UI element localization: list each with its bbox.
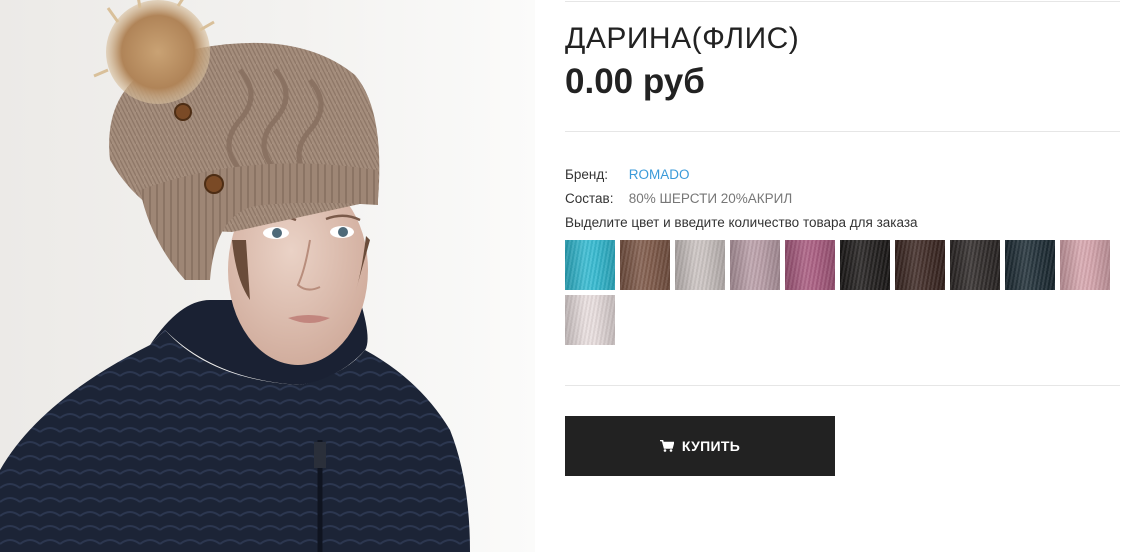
color-swatch[interactable] [950,240,1000,290]
composition-value: 80% ШЕРСТИ 20%АКРИЛ [628,191,793,206]
color-hint: Выделите цвет и введите количество товар… [565,215,918,230]
color-swatch[interactable] [785,240,835,290]
product-title: ДАРИНА(ФЛИС) [565,22,800,55]
color-swatch[interactable] [1005,240,1055,290]
brand-row: Бренд: ROMADO [565,167,690,182]
divider [565,385,1120,386]
product-photo [0,0,535,552]
color-swatch[interactable] [895,240,945,290]
product-price: 0.00 руб [565,62,705,101]
color-swatch[interactable] [620,240,670,290]
buy-button[interactable]: КУПИТЬ [565,416,835,476]
divider [565,131,1120,132]
color-swatch[interactable] [730,240,780,290]
brand-label: Бренд: [565,167,608,182]
composition-label: Состав: [565,191,614,206]
color-swatch[interactable] [565,240,615,290]
color-swatch[interactable] [840,240,890,290]
cart-icon [659,440,674,452]
color-swatch[interactable] [675,240,725,290]
color-swatches [565,240,1120,345]
divider [565,1,1120,2]
buy-button-label: КУПИТЬ [681,438,741,454]
brand-link[interactable]: ROMADO [629,167,690,182]
composition-row: Состав: 80% ШЕРСТИ 20%АКРИЛ [565,191,792,206]
color-swatch[interactable] [565,295,615,345]
color-swatch[interactable] [1060,240,1110,290]
product-info: ДАРИНА(ФЛИС) 0.00 руб Бренд: ROMADO Сост… [565,0,1120,552]
